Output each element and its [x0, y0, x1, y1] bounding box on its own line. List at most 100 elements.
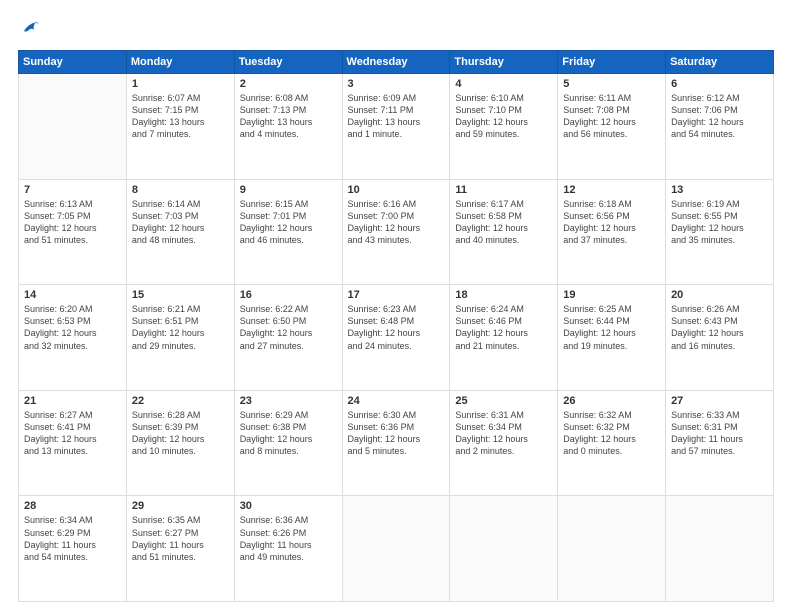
day-number: 21: [24, 395, 121, 407]
day-number: 19: [563, 289, 660, 301]
day-info: Sunrise: 6:30 AM Sunset: 6:36 PM Dayligh…: [348, 409, 445, 458]
day-number: 2: [240, 78, 337, 90]
day-number: 14: [24, 289, 121, 301]
calendar-cell: 19 Sunrise: 6:25 AM Sunset: 6:44 PM Dayli…: [558, 285, 666, 391]
calendar-cell: 18 Sunrise: 6:24 AM Sunset: 6:46 PM Dayli…: [450, 285, 558, 391]
day-info: Sunrise: 6:14 AM Sunset: 7:03 PM Dayligh…: [132, 198, 229, 247]
day-info: Sunrise: 6:15 AM Sunset: 7:01 PM Dayligh…: [240, 198, 337, 247]
day-info: Sunrise: 6:17 AM Sunset: 6:58 PM Dayligh…: [455, 198, 552, 247]
day-number: 22: [132, 395, 229, 407]
day-number: 7: [24, 184, 121, 196]
week-row-5: 28 Sunrise: 6:34 AM Sunset: 6:29 PM Dayli…: [19, 496, 774, 602]
day-number: 29: [132, 500, 229, 512]
day-info: Sunrise: 6:08 AM Sunset: 7:13 PM Dayligh…: [240, 92, 337, 141]
calendar-cell: 26 Sunrise: 6:32 AM Sunset: 6:32 PM Dayli…: [558, 390, 666, 496]
calendar-cell: [666, 496, 774, 602]
column-header-thursday: Thursday: [450, 51, 558, 74]
week-row-3: 14 Sunrise: 6:20 AM Sunset: 6:53 PM Dayli…: [19, 285, 774, 391]
day-info: Sunrise: 6:13 AM Sunset: 7:05 PM Dayligh…: [24, 198, 121, 247]
calendar-cell: 25 Sunrise: 6:31 AM Sunset: 6:34 PM Dayli…: [450, 390, 558, 496]
calendar-cell: 27 Sunrise: 6:33 AM Sunset: 6:31 PM Dayli…: [666, 390, 774, 496]
day-info: Sunrise: 6:27 AM Sunset: 6:41 PM Dayligh…: [24, 409, 121, 458]
day-info: Sunrise: 6:09 AM Sunset: 7:11 PM Dayligh…: [348, 92, 445, 141]
day-number: 4: [455, 78, 552, 90]
calendar-cell: 2 Sunrise: 6:08 AM Sunset: 7:13 PM Daylig…: [234, 74, 342, 180]
day-number: 9: [240, 184, 337, 196]
calendar-cell: 9 Sunrise: 6:15 AM Sunset: 7:01 PM Daylig…: [234, 179, 342, 285]
day-info: Sunrise: 6:24 AM Sunset: 6:46 PM Dayligh…: [455, 303, 552, 352]
column-header-saturday: Saturday: [666, 51, 774, 74]
calendar-cell: 15Sunrise: 6:21 AM Sunset: 6:51 PM Dayli…: [126, 285, 234, 391]
calendar-cell: 4 Sunrise: 6:10 AM Sunset: 7:10 PM Daylig…: [450, 74, 558, 180]
calendar-cell: [19, 74, 127, 180]
day-number: 18: [455, 289, 552, 301]
calendar-cell: 14 Sunrise: 6:20 AM Sunset: 6:53 PM Dayli…: [19, 285, 127, 391]
day-number: 13: [671, 184, 768, 196]
day-number: 15: [132, 289, 229, 301]
day-info: Sunrise: 6:20 AM Sunset: 6:53 PM Dayligh…: [24, 303, 121, 352]
day-info: Sunrise: 6:28 AM Sunset: 6:39 PM Dayligh…: [132, 409, 229, 458]
day-number: 5: [563, 78, 660, 90]
calendar-cell: 29Sunrise: 6:35 AM Sunset: 6:27 PM Dayli…: [126, 496, 234, 602]
day-number: 30: [240, 500, 337, 512]
calendar-cell: 8 Sunrise: 6:14 AM Sunset: 7:03 PM Daylig…: [126, 179, 234, 285]
day-info: Sunrise: 6:32 AM Sunset: 6:32 PM Dayligh…: [563, 409, 660, 458]
logo-bird-icon: [18, 18, 40, 40]
calendar-cell: [558, 496, 666, 602]
calendar-cell: 22 Sunrise: 6:28 AM Sunset: 6:39 PM Dayli…: [126, 390, 234, 496]
day-info: Sunrise: 6:18 AM Sunset: 6:56 PM Dayligh…: [563, 198, 660, 247]
week-row-4: 21 Sunrise: 6:27 AM Sunset: 6:41 PM Dayli…: [19, 390, 774, 496]
day-info: Sunrise: 6:16 AM Sunset: 7:00 PM Dayligh…: [348, 198, 445, 247]
column-header-wednesday: Wednesday: [342, 51, 450, 74]
calendar-cell: 20Sunrise: 6:26 AM Sunset: 6:43 PM Dayli…: [666, 285, 774, 391]
day-number: 8: [132, 184, 229, 196]
calendar-body: 1Sunrise: 6:07 AM Sunset: 7:15 PM Daylig…: [19, 74, 774, 602]
day-number: 27: [671, 395, 768, 407]
day-number: 12: [563, 184, 660, 196]
calendar-cell: 16 Sunrise: 6:22 AM Sunset: 6:50 PM Dayli…: [234, 285, 342, 391]
day-number: 10: [348, 184, 445, 196]
calendar-cell: 30 Sunrise: 6:36 AM Sunset: 6:26 PM Dayli…: [234, 496, 342, 602]
calendar-cell: 13 Sunrise: 6:19 AM Sunset: 6:55 PM Dayli…: [666, 179, 774, 285]
day-number: 26: [563, 395, 660, 407]
day-info: Sunrise: 6:36 AM Sunset: 6:26 PM Dayligh…: [240, 514, 337, 563]
page-header: [18, 18, 774, 40]
calendar-cell: 24 Sunrise: 6:30 AM Sunset: 6:36 PM Dayli…: [342, 390, 450, 496]
day-number: 20: [671, 289, 768, 301]
column-header-monday: Monday: [126, 51, 234, 74]
calendar-header: SundayMondayTuesdayWednesdayThursdayFrid…: [19, 51, 774, 74]
day-info: Sunrise: 6:11 AM Sunset: 7:08 PM Dayligh…: [563, 92, 660, 141]
day-number: 17: [348, 289, 445, 301]
calendar-cell: 23Sunrise: 6:29 AM Sunset: 6:38 PM Dayli…: [234, 390, 342, 496]
calendar-cell: 1Sunrise: 6:07 AM Sunset: 7:15 PM Daylig…: [126, 74, 234, 180]
column-header-tuesday: Tuesday: [234, 51, 342, 74]
column-header-sunday: Sunday: [19, 51, 127, 74]
logo: [18, 18, 44, 40]
day-info: Sunrise: 6:22 AM Sunset: 6:50 PM Dayligh…: [240, 303, 337, 352]
week-row-2: 7 Sunrise: 6:13 AM Sunset: 7:05 PM Daylig…: [19, 179, 774, 285]
day-info: Sunrise: 6:07 AM Sunset: 7:15 PM Dayligh…: [132, 92, 229, 141]
day-number: 24: [348, 395, 445, 407]
calendar-cell: 7 Sunrise: 6:13 AM Sunset: 7:05 PM Daylig…: [19, 179, 127, 285]
day-number: 3: [348, 78, 445, 90]
calendar-cell: 17Sunrise: 6:23 AM Sunset: 6:48 PM Dayli…: [342, 285, 450, 391]
day-info: Sunrise: 6:34 AM Sunset: 6:29 PM Dayligh…: [24, 514, 121, 563]
day-number: 16: [240, 289, 337, 301]
calendar-cell: 28 Sunrise: 6:34 AM Sunset: 6:29 PM Dayli…: [19, 496, 127, 602]
day-info: Sunrise: 6:33 AM Sunset: 6:31 PM Dayligh…: [671, 409, 768, 458]
calendar-cell: [342, 496, 450, 602]
day-number: 6: [671, 78, 768, 90]
header-row: SundayMondayTuesdayWednesdayThursdayFrid…: [19, 51, 774, 74]
day-info: Sunrise: 6:25 AM Sunset: 6:44 PM Dayligh…: [563, 303, 660, 352]
day-number: 28: [24, 500, 121, 512]
calendar-cell: 12 Sunrise: 6:18 AM Sunset: 6:56 PM Dayli…: [558, 179, 666, 285]
day-info: Sunrise: 6:10 AM Sunset: 7:10 PM Dayligh…: [455, 92, 552, 141]
day-info: Sunrise: 6:29 AM Sunset: 6:38 PM Dayligh…: [240, 409, 337, 458]
calendar-cell: 21 Sunrise: 6:27 AM Sunset: 6:41 PM Dayli…: [19, 390, 127, 496]
day-info: Sunrise: 6:19 AM Sunset: 6:55 PM Dayligh…: [671, 198, 768, 247]
calendar-cell: 3 Sunrise: 6:09 AM Sunset: 7:11 PM Daylig…: [342, 74, 450, 180]
day-number: 25: [455, 395, 552, 407]
calendar-cell: 11Sunrise: 6:17 AM Sunset: 6:58 PM Dayli…: [450, 179, 558, 285]
day-info: Sunrise: 6:31 AM Sunset: 6:34 PM Dayligh…: [455, 409, 552, 458]
calendar-cell: 5 Sunrise: 6:11 AM Sunset: 7:08 PM Daylig…: [558, 74, 666, 180]
